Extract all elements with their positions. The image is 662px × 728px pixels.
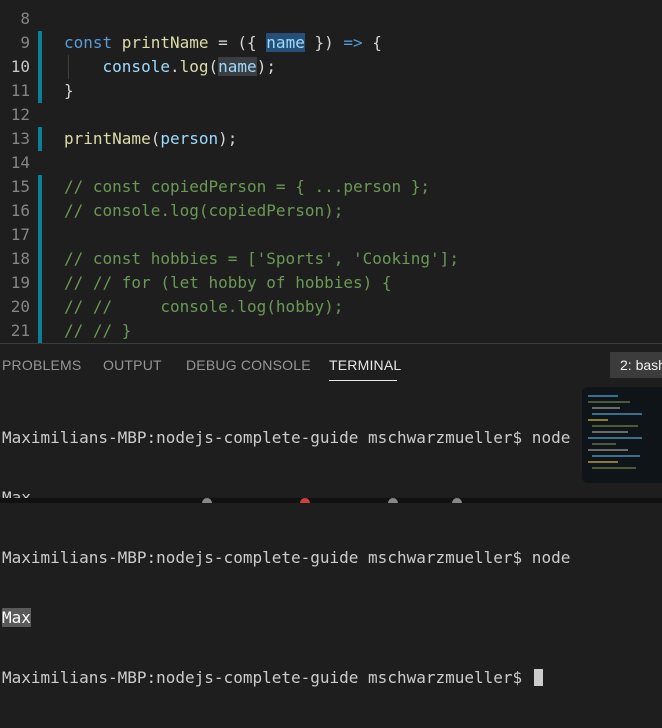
code-token: // // } (64, 321, 132, 340)
code-token: // const hobbies = ['Sports', 'Cooking']… (64, 249, 459, 268)
active-tab-indicator (329, 380, 397, 381)
line-number: 15 (10, 177, 30, 196)
line-number: 13 (10, 129, 30, 148)
code-token: ( (208, 57, 219, 76)
code-line[interactable]: 10 console.log(name); (0, 55, 662, 79)
code-token: printName (121, 33, 209, 52)
code-token: => (343, 33, 363, 52)
code-line[interactable]: 15 // const copiedPerson = { ...person }; (0, 175, 662, 199)
code-token: ); (256, 57, 276, 76)
code-text: // // } (64, 319, 131, 343)
code-token: // console.log(copiedPerson); (64, 201, 344, 220)
code-line[interactable]: 12 (0, 103, 662, 127)
code-text: // console.log(copiedPerson); (64, 199, 343, 223)
line-number: 17 (10, 225, 30, 244)
code-line[interactable]: 11} (0, 79, 662, 103)
tab-problems[interactable]: PROBLEMS (2, 357, 81, 373)
code-line[interactable]: 18 // const hobbies = ['Sports', 'Cooking… (0, 247, 662, 271)
panel-tabs: PROBLEMS OUTPUT DEBUG CONSOLE TERMINAL 2… (0, 344, 662, 388)
code-token: . (169, 57, 180, 76)
code-line[interactable]: 17 (0, 223, 662, 247)
code-token: name (266, 33, 305, 52)
code-token: console (102, 57, 170, 76)
code-editor[interactable]: 8 9 const printName = ({ name }) => {10 co… (0, 0, 662, 343)
floating-preview-thumbnail[interactable] (582, 387, 662, 483)
line-number: 12 (10, 105, 30, 124)
code-line[interactable]: 13 printName(person); (0, 127, 662, 151)
terminal-output[interactable]: Maximilians-MBP:nodejs-complete-guide ms… (2, 388, 570, 728)
code-line[interactable]: 19 // // for (let hobby of hobbies) { (0, 271, 662, 295)
code-line[interactable]: 14 (0, 151, 662, 175)
code-token: const (64, 33, 122, 52)
code-token: ); (218, 129, 238, 148)
code-text: // const hobbies = ['Sports', 'Cooking']… (64, 247, 459, 271)
code-token: log (179, 57, 209, 76)
code-token: } (64, 81, 74, 100)
code-token: // // for (let hobby of hobbies) { (64, 273, 392, 292)
terminal-line: Max (2, 608, 570, 628)
code-token: }) (304, 33, 344, 52)
tab-terminal[interactable]: TERMINAL (329, 357, 401, 373)
code-text: } (64, 79, 74, 103)
code-token: = ({ (208, 33, 267, 52)
code-token: { (362, 33, 382, 52)
dock-strip (0, 498, 662, 503)
code-token: // // console.log(hobby); (64, 297, 344, 316)
line-number: 8 (20, 9, 30, 28)
bottom-panel: PROBLEMS OUTPUT DEBUG CONSOLE TERMINAL 2… (0, 343, 662, 687)
terminal-prompt-line[interactable]: Maximilians-MBP:nodejs-complete-guide ms… (2, 668, 570, 688)
line-number: 20 (10, 297, 30, 316)
code-token: printName (64, 129, 151, 148)
code-token: ( (150, 129, 161, 148)
terminal-line: Maximilians-MBP:nodejs-complete-guide ms… (2, 428, 571, 447)
line-number: 11 (10, 81, 30, 100)
code-text: console.log(name); (64, 55, 276, 79)
line-number: 21 (10, 321, 30, 340)
code-line[interactable]: 16 // console.log(copiedPerson); (0, 199, 662, 223)
terminal-shell-select[interactable]: 2: bash (610, 352, 662, 378)
code-text: // // for (let hobby of hobbies) { (64, 271, 392, 295)
tab-output[interactable]: OUTPUT (103, 357, 162, 373)
code-text: const printName = ({ name }) => { (64, 31, 382, 55)
code-line[interactable]: 21 // // } (0, 319, 662, 343)
code-token: person (160, 129, 219, 148)
line-number: 18 (10, 249, 30, 268)
dock-app-icon[interactable] (202, 498, 212, 503)
dock-app-icon[interactable] (300, 498, 310, 503)
line-number: 14 (10, 153, 30, 172)
code-token: name (218, 57, 257, 76)
code-text: // // console.log(hobby); (64, 295, 343, 319)
line-number: 16 (10, 201, 30, 220)
selected-text: Max (2, 608, 31, 627)
code-text: // const copiedPerson = { ...person }; (64, 175, 430, 199)
line-number: 19 (10, 273, 30, 292)
dock-app-icon[interactable] (452, 498, 462, 503)
line-number: 9 (20, 33, 30, 52)
terminal-prompt: Maximilians-MBP:nodejs-complete-guide ms… (2, 668, 532, 687)
line-number: 10 (10, 57, 30, 76)
dock-app-icon[interactable] (388, 498, 398, 503)
tab-debug-console[interactable]: DEBUG CONSOLE (186, 357, 311, 373)
code-line[interactable]: 20 // // console.log(hobby); (0, 295, 662, 319)
code-line[interactable]: 9 const printName = ({ name }) => { (0, 31, 662, 55)
terminal-line: Maximilians-MBP:nodejs-complete-guide ms… (2, 548, 571, 567)
code-line[interactable]: 8 (0, 7, 662, 31)
code-token: // const copiedPerson = { ...person }; (64, 177, 431, 196)
code-text: printName(person); (64, 127, 237, 151)
terminal-cursor (533, 669, 543, 686)
